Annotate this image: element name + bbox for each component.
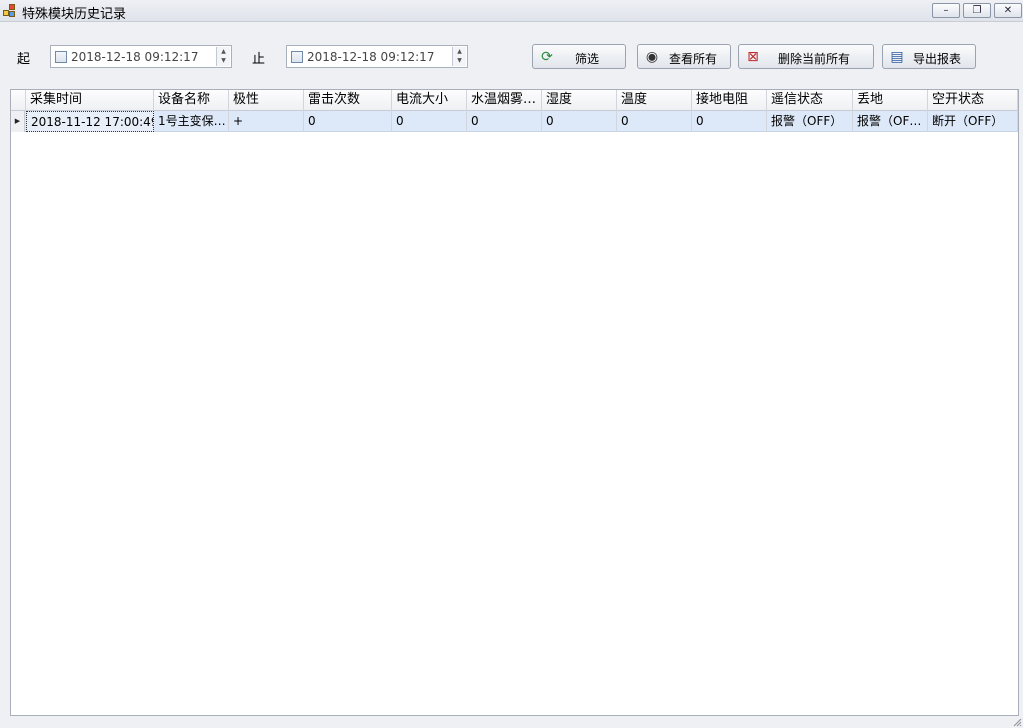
end-date-picker[interactable]: 2018-12-18 09:12:17 ▲ ▼ [286,45,468,68]
close-button[interactable]: ✕ [994,3,1022,18]
table-cell[interactable]: + [229,111,304,132]
start-date-picker[interactable]: 2018-12-18 09:12:17 ▲ ▼ [50,45,232,68]
history-table[interactable]: 采集时间 设备名称 极性 雷击次数 电流大小 水温烟雾… 湿度 温度 接地电阻 … [10,89,1019,716]
table-cell[interactable]: 断开（OFF） [928,111,1018,132]
spin-up-icon[interactable]: ▲ [453,47,466,56]
column-header[interactable]: 丢地 [853,90,928,111]
eye-icon: ◉ [645,49,659,65]
export-button[interactable]: ▤ 导出报表 [882,44,976,69]
column-header[interactable]: 雷击次数 [304,90,392,111]
table-cell[interactable]: 1号主变保… [154,111,229,132]
view-all-button-label: 查看所有 [669,52,718,66]
column-header[interactable]: 设备名称 [154,90,229,111]
start-label: 起 [17,52,31,67]
spin-up-icon[interactable]: ▲ [217,47,230,56]
column-header[interactable]: 接地电阻 [692,90,767,111]
window-title: 特殊模块历史记录 [22,7,127,22]
delete-all-button-label: 删除当前所有 [778,52,851,66]
delete-all-button[interactable]: ⊠ 删除当前所有 [738,44,874,69]
start-date-spinner[interactable]: ▲ ▼ [216,47,230,66]
start-date-checkbox[interactable] [55,51,67,63]
table-header: 采集时间 设备名称 极性 雷击次数 电流大小 水温烟雾… 湿度 温度 接地电阻 … [11,90,1018,111]
table-cell[interactable]: 0 [542,111,617,132]
report-icon: ▤ [890,49,904,65]
column-header[interactable]: 空开状态 [928,90,1018,111]
restore-button[interactable]: ❐ [963,3,991,18]
view-all-button[interactable]: ◉ 查看所有 [637,44,731,69]
end-date-checkbox[interactable] [291,51,303,63]
current-row-arrow-icon[interactable]: ▶ [11,111,25,132]
spin-down-icon[interactable]: ▼ [217,56,230,65]
column-header[interactable]: 水温烟雾… [467,90,542,111]
table-cell[interactable]: 报警（OFF） [767,111,853,132]
minimize-button[interactable]: – [932,3,960,18]
table-cell[interactable]: 0 [692,111,767,132]
delete-table-icon: ⊠ [747,49,759,65]
column-header[interactable]: 电流大小 [392,90,467,111]
table-cell[interactable]: 0 [467,111,542,132]
start-date-value[interactable]: 2018-12-18 09:12:17 [71,50,198,64]
table-cell[interactable]: 0 [392,111,467,132]
end-date-value[interactable]: 2018-12-18 09:12:17 [307,50,434,64]
table-cell[interactable]: 2018-11-12 17:00:49 [26,111,154,132]
app-icon [3,4,17,18]
spin-down-icon[interactable]: ▼ [453,56,466,65]
filter-button-label: 筛选 [575,52,600,66]
refresh-icon: ⟳ [541,49,553,65]
column-header[interactable]: 采集时间 [26,90,154,111]
column-header[interactable]: 遥信状态 [767,90,853,111]
resize-grip-icon[interactable] [1012,717,1022,727]
end-label: 止 [252,52,266,67]
end-date-spinner[interactable]: ▲ ▼ [452,47,466,66]
column-header[interactable]: 极性 [229,90,304,111]
column-header[interactable]: 温度 [617,90,692,111]
column-header[interactable]: 湿度 [542,90,617,111]
header-corner [11,90,26,111]
table-cell[interactable]: 报警（OF… [853,111,928,132]
export-button-label: 导出报表 [913,52,962,66]
table-row[interactable]: ▶ 2018-11-12 17:00:49 1号主变保… + 0 0 0 0 0… [11,111,1018,132]
title-bar: 特殊模块历史记录 – ❐ ✕ [0,0,1023,22]
table-cell[interactable]: 0 [304,111,392,132]
table-cell[interactable]: 0 [617,111,692,132]
filter-button[interactable]: ⟳ 筛选 [532,44,626,69]
